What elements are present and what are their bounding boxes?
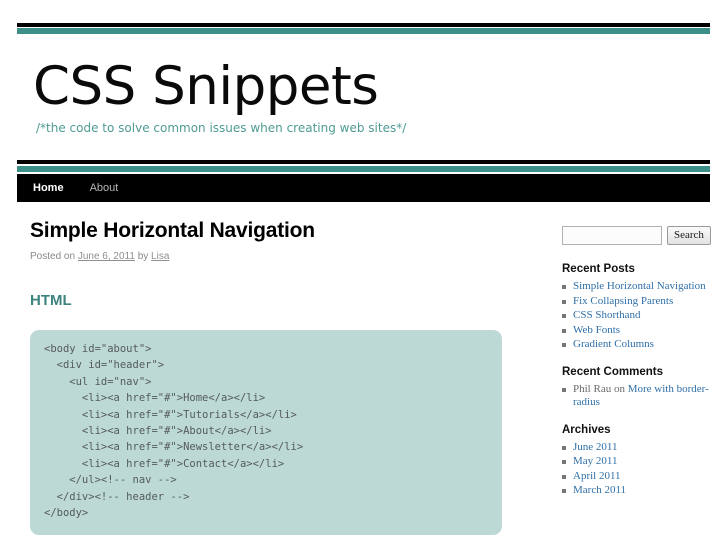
nav-item-home[interactable]: Home [23, 174, 74, 202]
top-teal-rule [17, 28, 710, 34]
site-masthead: CSS Snippets /*the code to solve common … [0, 40, 727, 158]
primary-navigation: Home About [17, 174, 710, 202]
recent-post-link[interactable]: Fix Collapsing Parents [573, 295, 673, 307]
top-black-rule [17, 23, 710, 27]
nav-top-black-rule [17, 160, 710, 164]
code-block: <body id="about"> <div id="header"> <ul … [30, 330, 502, 536]
nav-item-about[interactable]: About [80, 174, 129, 202]
page-root: CSS Snippets /*the code to solve common … [0, 0, 727, 545]
archive-link[interactable]: June 2011 [573, 441, 618, 453]
site-title[interactable]: CSS Snippets [33, 40, 727, 116]
entry-date-link[interactable]: June 6, 2011 [78, 251, 135, 262]
search-input[interactable] [562, 226, 662, 245]
list-item: March 2011 [562, 484, 712, 498]
list-item: Web Fonts [562, 324, 712, 338]
widget-title-recent-comments: Recent Comments [562, 365, 663, 378]
widget-title-recent-posts: Recent Posts [562, 263, 635, 275]
recent-post-link[interactable]: Gradient Columns [573, 338, 654, 350]
list-item: Phil Rau on More with border-radius [562, 383, 712, 410]
search-form: Search [562, 226, 712, 245]
archives-list: June 2011 May 2011 April 2011 March 2011 [562, 441, 712, 498]
site-tagline: /*the code to solve common issues when c… [36, 121, 407, 135]
widget-recent-posts: Recent Posts Simple Horizontal Navigatio… [562, 262, 712, 352]
main-content: Simple Horizontal Navigation Posted on J… [30, 218, 530, 536]
recent-posts-list: Simple Horizontal Navigation Fix Collaps… [562, 280, 712, 352]
recent-comments-list: Phil Rau on More with border-radius [562, 383, 712, 410]
entry-author-link[interactable]: Lisa [151, 251, 169, 262]
list-item: Gradient Columns [562, 338, 712, 352]
widget-archives: Archives June 2011 May 2011 April 2011 M… [562, 423, 712, 498]
recent-post-link[interactable]: Simple Horizontal Navigation [573, 280, 706, 292]
section-heading-html: HTML [30, 292, 72, 309]
archive-link[interactable]: March 2011 [573, 484, 626, 496]
list-item: May 2011 [562, 455, 712, 469]
nav-top-teal-rule [17, 166, 710, 172]
list-item: CSS Shorthand [562, 309, 712, 323]
list-item: June 2011 [562, 441, 712, 455]
comment-on-word: on [613, 382, 625, 395]
search-button[interactable]: Search [667, 226, 711, 245]
widget-recent-comments: Recent Comments Phil Rau on More with bo… [562, 365, 712, 410]
page-title: Simple Horizontal Navigation [30, 219, 315, 242]
entry-meta: Posted on June 6, 2011 by Lisa [30, 250, 530, 264]
recent-post-link[interactable]: Web Fonts [573, 324, 620, 336]
widget-title-archives: Archives [562, 423, 611, 436]
archive-link[interactable]: May 2011 [573, 455, 618, 467]
sidebar: Search Recent Posts Simple Horizontal Na… [562, 226, 712, 511]
recent-post-link[interactable]: CSS Shorthand [573, 309, 641, 321]
entry-meta-prefix: Posted on [30, 251, 76, 262]
list-item: Fix Collapsing Parents [562, 295, 712, 309]
code-snippet: <body id="about"> <div id="header"> <ul … [44, 343, 304, 520]
list-item: Simple Horizontal Navigation [562, 280, 712, 294]
archive-link[interactable]: April 2011 [573, 470, 621, 482]
comment-author: Phil Rau [573, 382, 612, 395]
entry-meta-by: by [137, 251, 149, 262]
list-item: April 2011 [562, 470, 712, 484]
